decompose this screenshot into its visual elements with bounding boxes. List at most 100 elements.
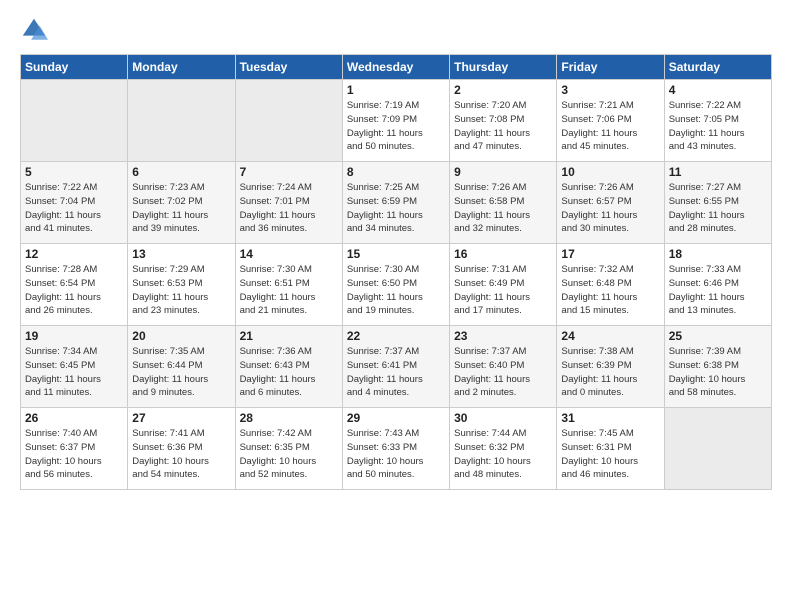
day-number: 27 [132,411,230,425]
day-number: 23 [454,329,552,343]
day-info: Sunrise: 7:35 AM Sunset: 6:44 PM Dayligh… [132,345,230,400]
calendar-body: 1 Sunrise: 7:19 AM Sunset: 7:09 PM Daylig… [21,80,772,490]
calendar-cell: 8 Sunrise: 7:25 AM Sunset: 6:59 PM Daylig… [342,162,449,244]
calendar-cell: 3 Sunrise: 7:21 AM Sunset: 7:06 PM Daylig… [557,80,664,162]
day-number: 8 [347,165,445,179]
calendar-cell [664,408,771,490]
day-number: 7 [240,165,338,179]
day-number: 16 [454,247,552,261]
day-number: 19 [25,329,123,343]
calendar-cell: 18Sunrise: 7:33 AM Sunset: 6:46 PM Dayli… [664,244,771,326]
day-info: Sunrise: 7:34 AM Sunset: 6:45 PM Dayligh… [25,345,123,400]
calendar-table: SundayMondayTuesdayWednesdayThursdayFrid… [20,54,772,490]
day-number: 14 [240,247,338,261]
weekday-header: Sunday [21,55,128,80]
day-info: Sunrise: 7:21 AM Sunset: 7:06 PM Dayligh… [561,99,659,154]
weekday-header: Saturday [664,55,771,80]
day-number: 5 [25,165,123,179]
calendar-cell: 19 Sunrise: 7:34 AM Sunset: 6:45 PM Dayli… [21,326,128,408]
day-info: Sunrise: 7:37 AM Sunset: 6:41 PM Dayligh… [347,345,445,400]
day-number: 31 [561,411,659,425]
weekday-header-row: SundayMondayTuesdayWednesdayThursdayFrid… [21,55,772,80]
day-number: 26 [25,411,123,425]
calendar-cell: 13 Sunrise: 7:29 AM Sunset: 6:53 PM Dayli… [128,244,235,326]
calendar-cell: 25 Sunrise: 7:39 AM Sunset: 6:38 PM Dayli… [664,326,771,408]
calendar-cell: 4 Sunrise: 7:22 AM Sunset: 7:05 PM Daylig… [664,80,771,162]
page-container: SundayMondayTuesdayWednesdayThursdayFrid… [0,0,792,612]
calendar-week-row: 26 Sunrise: 7:40 AM Sunset: 6:37 PM Dayli… [21,408,772,490]
calendar-cell: 27 Sunrise: 7:41 AM Sunset: 6:36 PM Dayli… [128,408,235,490]
day-number: 21 [240,329,338,343]
calendar-cell: 15Sunrise: 7:30 AM Sunset: 6:50 PM Dayli… [342,244,449,326]
calendar-cell: 14 Sunrise: 7:30 AM Sunset: 6:51 PM Dayli… [235,244,342,326]
day-info: Sunrise: 7:40 AM Sunset: 6:37 PM Dayligh… [25,427,123,482]
day-info: Sunrise: 7:39 AM Sunset: 6:38 PM Dayligh… [669,345,767,400]
calendar-cell: 5Sunrise: 7:22 AM Sunset: 7:04 PM Daylig… [21,162,128,244]
day-number: 28 [240,411,338,425]
day-number: 13 [132,247,230,261]
day-number: 25 [669,329,767,343]
calendar-cell: 12 Sunrise: 7:28 AM Sunset: 6:54 PM Dayli… [21,244,128,326]
day-number: 15 [347,247,445,261]
day-number: 9 [454,165,552,179]
day-info: Sunrise: 7:32 AM Sunset: 6:48 PM Dayligh… [561,263,659,318]
day-number: 1 [347,83,445,97]
day-info: Sunrise: 7:37 AM Sunset: 6:40 PM Dayligh… [454,345,552,400]
day-info: Sunrise: 7:25 AM Sunset: 6:59 PM Dayligh… [347,181,445,236]
calendar-header: SundayMondayTuesdayWednesdayThursdayFrid… [21,55,772,80]
weekday-header: Wednesday [342,55,449,80]
day-info: Sunrise: 7:38 AM Sunset: 6:39 PM Dayligh… [561,345,659,400]
day-number: 12 [25,247,123,261]
day-info: Sunrise: 7:27 AM Sunset: 6:55 PM Dayligh… [669,181,767,236]
weekday-header: Friday [557,55,664,80]
day-number: 24 [561,329,659,343]
calendar-cell: 29Sunrise: 7:43 AM Sunset: 6:33 PM Dayli… [342,408,449,490]
calendar-cell: 11Sunrise: 7:27 AM Sunset: 6:55 PM Dayli… [664,162,771,244]
day-info: Sunrise: 7:19 AM Sunset: 7:09 PM Dayligh… [347,99,445,154]
calendar-cell: 10 Sunrise: 7:26 AM Sunset: 6:57 PM Dayli… [557,162,664,244]
logo [20,16,50,44]
day-number: 3 [561,83,659,97]
day-info: Sunrise: 7:30 AM Sunset: 6:51 PM Dayligh… [240,263,338,318]
calendar-cell [235,80,342,162]
weekday-header: Thursday [450,55,557,80]
calendar-week-row: 19 Sunrise: 7:34 AM Sunset: 6:45 PM Dayli… [21,326,772,408]
calendar-cell: 28Sunrise: 7:42 AM Sunset: 6:35 PM Dayli… [235,408,342,490]
day-info: Sunrise: 7:29 AM Sunset: 6:53 PM Dayligh… [132,263,230,318]
day-info: Sunrise: 7:33 AM Sunset: 6:46 PM Dayligh… [669,263,767,318]
day-info: Sunrise: 7:28 AM Sunset: 6:54 PM Dayligh… [25,263,123,318]
calendar-cell: 23 Sunrise: 7:37 AM Sunset: 6:40 PM Dayli… [450,326,557,408]
logo-icon [20,16,48,44]
day-info: Sunrise: 7:44 AM Sunset: 6:32 PM Dayligh… [454,427,552,482]
weekday-header: Monday [128,55,235,80]
calendar-cell: 1 Sunrise: 7:19 AM Sunset: 7:09 PM Daylig… [342,80,449,162]
calendar-cell: 16 Sunrise: 7:31 AM Sunset: 6:49 PM Dayli… [450,244,557,326]
day-info: Sunrise: 7:26 AM Sunset: 6:58 PM Dayligh… [454,181,552,236]
day-number: 10 [561,165,659,179]
day-number: 4 [669,83,767,97]
day-info: Sunrise: 7:43 AM Sunset: 6:33 PM Dayligh… [347,427,445,482]
day-number: 6 [132,165,230,179]
calendar-cell: 7Sunrise: 7:24 AM Sunset: 7:01 PM Daylig… [235,162,342,244]
calendar-cell: 20 Sunrise: 7:35 AM Sunset: 6:44 PM Dayli… [128,326,235,408]
day-info: Sunrise: 7:41 AM Sunset: 6:36 PM Dayligh… [132,427,230,482]
day-info: Sunrise: 7:26 AM Sunset: 6:57 PM Dayligh… [561,181,659,236]
calendar-week-row: 5Sunrise: 7:22 AM Sunset: 7:04 PM Daylig… [21,162,772,244]
day-number: 2 [454,83,552,97]
calendar-cell: 6 Sunrise: 7:23 AM Sunset: 7:02 PM Daylig… [128,162,235,244]
page-header [20,16,772,44]
day-info: Sunrise: 7:36 AM Sunset: 6:43 PM Dayligh… [240,345,338,400]
calendar-week-row: 1 Sunrise: 7:19 AM Sunset: 7:09 PM Daylig… [21,80,772,162]
day-info: Sunrise: 7:22 AM Sunset: 7:05 PM Dayligh… [669,99,767,154]
calendar-cell: 24 Sunrise: 7:38 AM Sunset: 6:39 PM Dayli… [557,326,664,408]
calendar-week-row: 12 Sunrise: 7:28 AM Sunset: 6:54 PM Dayli… [21,244,772,326]
calendar-cell [128,80,235,162]
day-number: 20 [132,329,230,343]
calendar-cell: 17Sunrise: 7:32 AM Sunset: 6:48 PM Dayli… [557,244,664,326]
day-number: 22 [347,329,445,343]
day-info: Sunrise: 7:20 AM Sunset: 7:08 PM Dayligh… [454,99,552,154]
calendar-cell: 21 Sunrise: 7:36 AM Sunset: 6:43 PM Dayli… [235,326,342,408]
calendar-cell: 30Sunrise: 7:44 AM Sunset: 6:32 PM Dayli… [450,408,557,490]
day-info: Sunrise: 7:31 AM Sunset: 6:49 PM Dayligh… [454,263,552,318]
day-info: Sunrise: 7:23 AM Sunset: 7:02 PM Dayligh… [132,181,230,236]
